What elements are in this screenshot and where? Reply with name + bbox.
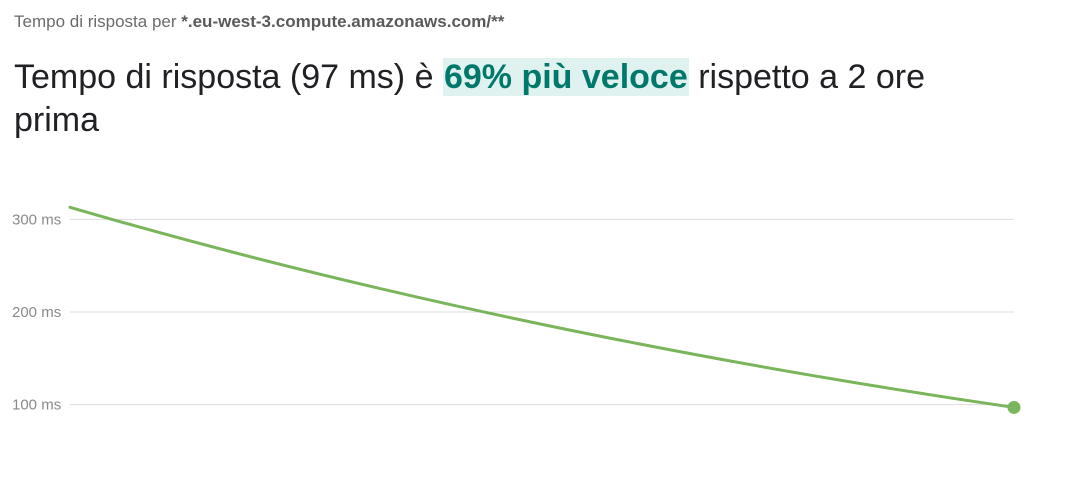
subtitle-prefix: Tempo di risposta per	[14, 12, 177, 31]
end-point-marker	[1007, 400, 1021, 414]
headline-highlight: 69% più veloce	[442, 58, 689, 96]
chart-subtitle: Tempo di risposta per *.eu-west-3.comput…	[14, 12, 504, 32]
headline-before: Tempo di risposta (97 ms) è	[14, 58, 434, 96]
y-tick-label: 200 ms	[12, 304, 61, 321]
response-time-chart: 300 ms 200 ms 100 ms	[12, 205, 1021, 414]
y-tick-label: 300 ms	[12, 211, 61, 228]
y-tick-label: 100 ms	[12, 397, 61, 414]
series-line	[68, 205, 1016, 409]
headline: Tempo di risposta (97 ms) è 69% più velo…	[14, 56, 1014, 142]
subtitle-host: *.eu-west-3.compute.amazonaws.com/**	[181, 12, 505, 31]
